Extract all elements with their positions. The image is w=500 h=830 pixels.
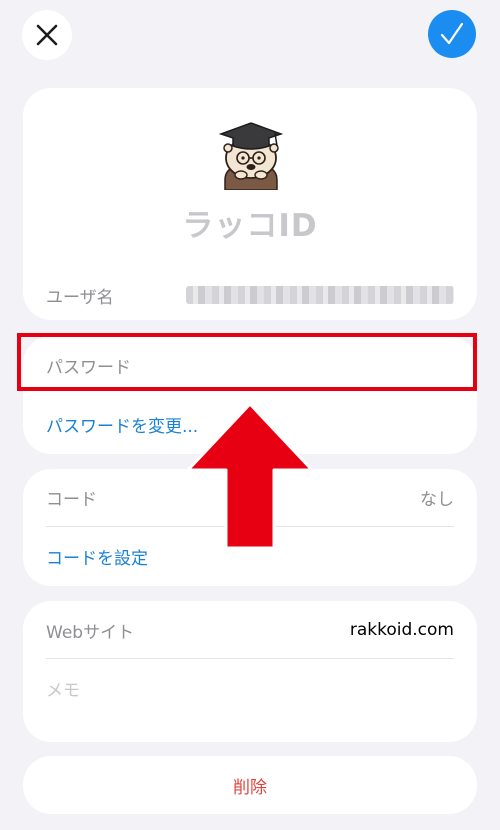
- website-label: Webサイト: [46, 622, 135, 643]
- website-divider: [46, 658, 454, 659]
- checkmark-icon: [440, 22, 464, 45]
- memo-placeholder: メモ: [46, 680, 80, 701]
- website-card: Webサイト rakkoid.com メモ: [23, 601, 477, 742]
- website-value[interactable]: rakkoid.com: [350, 620, 454, 640]
- set-code-link[interactable]: コードを設定: [46, 544, 148, 569]
- website-row[interactable]: Webサイト rakkoid.com: [46, 618, 454, 643]
- otter-graduate-icon: [218, 122, 284, 190]
- delete-button[interactable]: 削除: [23, 756, 477, 814]
- username-value-redacted: [186, 286, 454, 304]
- account-header-card: ラッコID ユーザ名: [23, 88, 477, 320]
- username-row[interactable]: ユーザ名: [46, 283, 454, 308]
- close-button[interactable]: [22, 10, 72, 60]
- close-icon: [36, 24, 58, 46]
- code-value: なし: [420, 489, 454, 510]
- username-label: ユーザ名: [46, 287, 114, 308]
- memo-row[interactable]: メモ: [46, 676, 454, 701]
- done-button[interactable]: [428, 10, 476, 58]
- change-password-link[interactable]: パスワードを変更...: [46, 412, 198, 437]
- password-highlight-annotation: [17, 333, 477, 391]
- code-label: コード: [46, 489, 97, 510]
- app-name: ラッコID: [182, 208, 318, 244]
- delete-label: 削除: [233, 777, 267, 798]
- red-up-arrow-icon: [186, 402, 314, 550]
- password-entry-screen: ラッコID ユーザ名 パスワード パスワードを変更... コード なし コードを…: [0, 0, 500, 830]
